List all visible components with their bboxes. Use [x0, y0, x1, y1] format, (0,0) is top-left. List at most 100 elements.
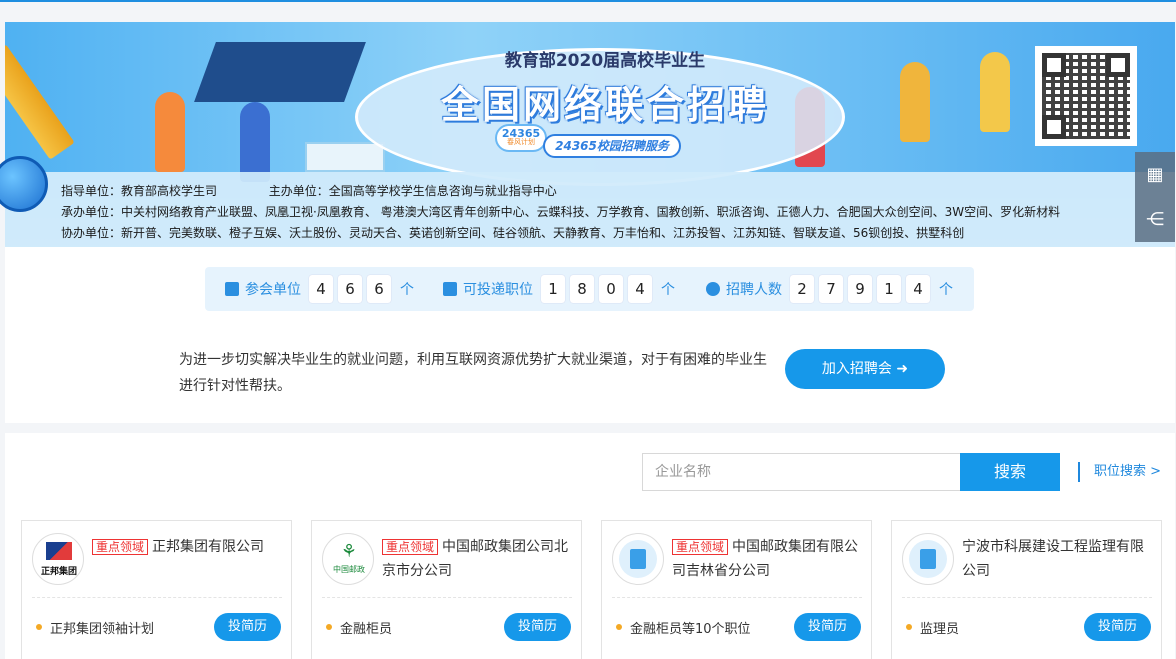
stat-companies-label: 参会单位	[225, 279, 301, 299]
logo-text: 正邦集团	[40, 567, 77, 577]
search-button[interactable]: 搜索	[960, 453, 1060, 491]
building-logo-icon	[909, 540, 947, 578]
floating-toolbar: ▦ ⋲	[1135, 152, 1175, 242]
company-logo: ⚘ 中国邮政	[322, 533, 374, 585]
job-title[interactable]: 正邦集团领袖计划	[36, 618, 154, 637]
apply-button[interactable]: 投简历	[214, 613, 281, 641]
stat-label-text: 招聘人数	[726, 282, 782, 298]
company-card[interactable]: 正邦集团 重点领域 正邦集团有限公司 正邦集团领袖计划 投简历	[21, 520, 292, 659]
info-row-guide: 指导单位：教育部高校学生司 主办单位：全国高等学校学生信息咨询与就业指导中心	[61, 182, 557, 199]
stat-digit: 4	[906, 275, 930, 303]
qr-code-icon[interactable]: ▦	[1135, 152, 1175, 197]
qr-pattern	[1042, 53, 1130, 139]
company-name[interactable]: 宁波市科展建设工程监理有限公司	[962, 535, 1152, 583]
zhengbang-logo-mark	[46, 542, 72, 560]
company-search-input[interactable]: 企业名称	[642, 453, 960, 491]
service-pill: 24365校园招聘服务	[543, 134, 681, 158]
join-fair-button[interactable]: 加入招聘会 ➜	[785, 349, 945, 389]
company-card[interactable]: ⚘ 中国邮政 重点领域 中国邮政集团公司北京市分公司 金融柜员 投简历	[311, 520, 582, 659]
share-icon[interactable]: ⋲	[1135, 197, 1175, 242]
assist-list: 新开普、完美数联、橙子互娱、沃土股份、灵动天合、英诺创新空间、硅谷领航、天静教育…	[121, 226, 965, 240]
stat-digit: 4	[628, 275, 652, 303]
key-field-tag: 重点领域	[672, 539, 729, 555]
person-illustration	[155, 92, 185, 172]
id-card-icon	[443, 282, 457, 296]
card-divider	[32, 597, 282, 598]
stat-digit: 2	[790, 275, 814, 303]
stat-hires: 招聘人数 2 7 9 1 4 个	[706, 267, 953, 311]
banner-title: 全国网络联合招聘	[440, 83, 769, 127]
company-card[interactable]: 重点领域 中国邮政集团有限公司吉林省分公司 金融柜员等10个职位 投简历	[601, 520, 872, 659]
person-illustration	[240, 102, 270, 182]
guide-unit: 教育部高校学生司	[121, 184, 218, 198]
stat-digit: 1	[877, 275, 901, 303]
job-title[interactable]: 金融柜员	[326, 618, 392, 637]
host-label: 主办单位：	[268, 184, 329, 198]
intro-text: 为进一步切实解决毕业生的就业问题，利用互联网资源优势扩大就业渠道，对于有困难的毕…	[179, 352, 767, 394]
company-name[interactable]: 重点领域 正邦集团有限公司	[92, 535, 282, 559]
info-row-organizers: 承办单位：中关村网络教育产业联盟、凤凰卫视·凤凰教育、 粤港澳大湾区青年创新中心…	[61, 203, 1060, 220]
company-logo: 正邦集团	[32, 533, 84, 585]
apply-button[interactable]: 投简历	[504, 613, 571, 641]
stat-companies: 参会单位 4 6 6 个	[225, 267, 414, 311]
company-name[interactable]: 重点领域 中国邮政集团公司北京市分公司	[382, 535, 572, 583]
stat-digit: 6	[338, 275, 362, 303]
campaign-badge: 24365 春风计划	[495, 124, 547, 152]
badge-text: 春风计划	[507, 138, 535, 146]
logo-text: 中国邮政	[333, 565, 365, 574]
stat-positions-label: 可投递职位	[443, 279, 533, 299]
card-divider	[322, 597, 572, 598]
position-search-link[interactable]: 职位搜索 >	[1078, 462, 1161, 482]
building-icon	[225, 282, 239, 296]
host-unit: 全国高等学校学生信息咨询与就业指导中心	[328, 184, 557, 198]
person-illustration	[980, 52, 1010, 132]
stat-unit: 个	[661, 282, 675, 298]
organizers-info: 指导单位：教育部高校学生司 主办单位：全国高等学校学生信息咨询与就业指导中心 承…	[5, 172, 1175, 247]
company-logo	[902, 533, 954, 585]
person-illustration	[900, 62, 930, 142]
books-illustration	[305, 142, 385, 172]
china-post-logo-icon: ⚘	[340, 541, 358, 562]
stat-unit: 个	[939, 282, 953, 298]
company-card[interactable]: 宁波市科展建设工程监理有限公司 监理员 投简历	[891, 520, 1162, 659]
top-accent-line	[0, 0, 1176, 2]
building-logo-icon	[619, 540, 657, 578]
key-field-tag: 重点领域	[92, 539, 149, 555]
assist-label: 协办单位：	[61, 226, 122, 240]
stat-digit: 7	[819, 275, 843, 303]
job-title[interactable]: 监理员	[906, 618, 959, 637]
people-icon	[706, 282, 720, 296]
organizer-label: 承办单位：	[61, 205, 122, 219]
stat-digit: 6	[367, 275, 391, 303]
stats-bar: 参会单位 4 6 6 个 可投递职位 1 8 0 4 个 招聘人数 2 7 9 …	[205, 267, 974, 311]
apply-button[interactable]: 投简历	[1084, 613, 1151, 641]
stat-hires-label: 招聘人数	[706, 279, 782, 299]
apply-button[interactable]: 投简历	[794, 613, 861, 641]
organizer-list: 中关村网络教育产业联盟、凤凰卫视·凤凰教育、 粤港澳大湾区青年创新中心、云蝶科技…	[121, 205, 1061, 219]
stat-unit: 个	[400, 282, 414, 298]
stat-digit: 8	[570, 275, 594, 303]
guide-label: 指导单位：	[61, 184, 122, 198]
company-name[interactable]: 重点领域 中国邮政集团有限公司吉林省分公司	[672, 535, 862, 583]
qr-finder	[1106, 53, 1130, 77]
qr-code	[1035, 46, 1137, 146]
stat-digit: 0	[599, 275, 623, 303]
company-name-text: 正邦集团有限公司	[152, 539, 265, 555]
graduation-cap-illustration	[194, 42, 366, 102]
stat-label-text: 参会单位	[245, 282, 301, 298]
card-divider	[902, 597, 1152, 598]
job-title[interactable]: 金融柜员等10个职位	[616, 618, 751, 637]
qr-finder	[1042, 115, 1066, 139]
banner-subtitle: 教育部2020届高校毕业生	[504, 51, 706, 71]
card-divider	[612, 597, 862, 598]
stat-digit: 9	[848, 275, 872, 303]
stat-label-text: 可投递职位	[463, 282, 533, 298]
company-logo	[612, 533, 664, 585]
info-row-assistants: 协办单位：新开普、完美数联、橙子互娱、沃土股份、灵动天合、英诺创新空间、硅谷领航…	[61, 224, 964, 241]
stat-digit: 4	[309, 275, 333, 303]
event-banner: 教育部2020届高校毕业生 全国网络联合招聘 24365 春风计划 24365校…	[5, 22, 1175, 247]
qr-finder	[1042, 53, 1066, 77]
stat-positions: 可投递职位 1 8 0 4 个	[443, 267, 675, 311]
key-field-tag: 重点领域	[382, 539, 439, 555]
stat-digit: 1	[541, 275, 565, 303]
